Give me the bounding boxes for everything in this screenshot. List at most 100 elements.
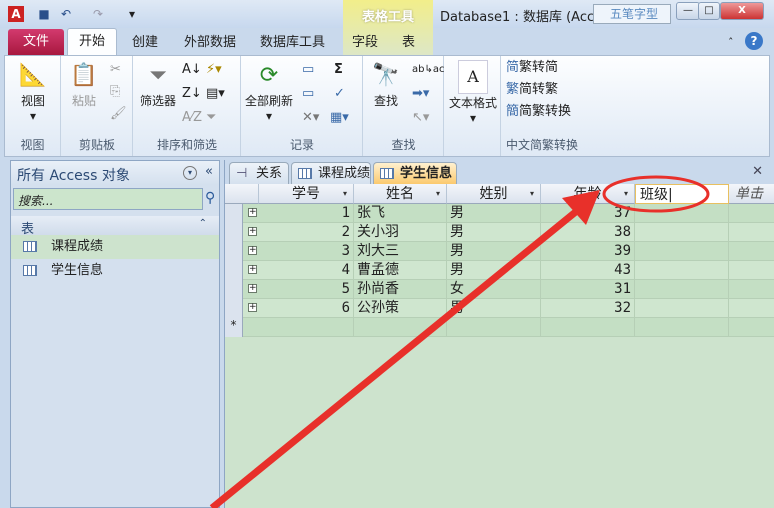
undo-icon[interactable]: ↶ bbox=[58, 6, 74, 22]
goto-icon[interactable]: ➡▾ bbox=[412, 84, 429, 104]
dropdown-icon[interactable]: ▾ bbox=[530, 184, 534, 204]
customize-icon[interactable]: ▾ bbox=[124, 6, 140, 22]
expand-icon[interactable]: + bbox=[248, 303, 257, 312]
table-cell[interactable] bbox=[729, 318, 774, 337]
tab-fields[interactable]: 字段 bbox=[344, 31, 386, 55]
table-cell[interactable]: 4 bbox=[259, 261, 354, 280]
new-record-icon[interactable]: ▭ bbox=[302, 60, 314, 80]
simp-to-trad-button[interactable]: 繁简转繁 bbox=[506, 80, 558, 100]
convert-button[interactable]: 簡简繁转换 bbox=[506, 102, 571, 122]
expand-icon[interactable]: + bbox=[248, 284, 257, 293]
more-icon[interactable]: ▦▾ bbox=[330, 108, 349, 128]
format-painter-icon[interactable]: 🖌 bbox=[110, 104, 127, 124]
new-record-row[interactable]: * bbox=[225, 318, 774, 337]
tab-home[interactable]: 开始 bbox=[67, 28, 117, 56]
close-button[interactable]: X bbox=[720, 2, 764, 20]
table-cell[interactable]: 男 bbox=[447, 223, 541, 242]
row-selector[interactable] bbox=[225, 242, 243, 261]
expand-icon[interactable]: + bbox=[248, 265, 257, 274]
expand-icon[interactable]: + bbox=[248, 227, 257, 236]
table-cell[interactable] bbox=[541, 318, 635, 337]
row-selector[interactable] bbox=[225, 280, 243, 299]
ime-indicator[interactable]: 五笔字型 bbox=[593, 4, 671, 24]
spelling-icon[interactable]: ✓ bbox=[334, 84, 345, 104]
column-header-age[interactable]: 年龄 ▾ bbox=[541, 184, 635, 204]
copy-icon[interactable]: ⎘ bbox=[110, 82, 120, 102]
expand-icon[interactable]: + bbox=[248, 208, 257, 217]
table-cell[interactable] bbox=[635, 223, 729, 242]
dropdown-icon[interactable]: ▾ bbox=[343, 184, 347, 204]
trad-to-simp-button[interactable]: 简繁转简 bbox=[506, 58, 558, 78]
advanced-filter-icon[interactable]: ▤▾ bbox=[206, 84, 225, 104]
totals-icon[interactable]: Σ bbox=[334, 60, 343, 80]
row-selector[interactable] bbox=[225, 204, 243, 223]
minimize-button[interactable]: — bbox=[676, 2, 700, 20]
table-cell[interactable]: 38 bbox=[541, 223, 635, 242]
table-cell[interactable]: 公孙策 bbox=[354, 299, 447, 318]
dropdown-icon[interactable]: ▾ bbox=[436, 184, 440, 204]
refresh-all-button[interactable]: ⟳ 全部刷新 ▾ bbox=[242, 60, 296, 123]
table-cell[interactable]: 刘大三 bbox=[354, 242, 447, 261]
sort-ascending-icon[interactable]: A↓ bbox=[182, 60, 202, 80]
table-cell[interactable]: 31 bbox=[541, 280, 635, 299]
table-cell[interactable] bbox=[729, 204, 774, 223]
row-selector[interactable] bbox=[225, 261, 243, 280]
column-header-id[interactable]: 学号 ▾ bbox=[259, 184, 354, 204]
table-cell[interactable]: 1 bbox=[259, 204, 354, 223]
table-cell[interactable]: 女 bbox=[447, 280, 541, 299]
table-row[interactable]: +4 曹孟德男 43 bbox=[225, 261, 774, 280]
select-icon[interactable]: ↖▾ bbox=[412, 108, 429, 128]
search-icon[interactable]: ⚲ bbox=[205, 190, 215, 206]
table-cell[interactable] bbox=[729, 299, 774, 318]
paste-button[interactable]: 📋 粘贴 bbox=[64, 60, 104, 109]
table-cell[interactable] bbox=[729, 223, 774, 242]
expand-icon[interactable]: + bbox=[248, 246, 257, 255]
column-header-gender[interactable]: 姓别 ▾ bbox=[447, 184, 541, 204]
add-column-header[interactable]: 单击 bbox=[729, 184, 774, 204]
table-cell[interactable] bbox=[729, 261, 774, 280]
table-cell[interactable]: 5 bbox=[259, 280, 354, 299]
column-header-name[interactable]: 姓名 ▾ bbox=[354, 184, 447, 204]
save-record-icon[interactable]: ▭ bbox=[302, 84, 314, 104]
table-cell[interactable] bbox=[729, 242, 774, 261]
table-row[interactable]: +1 张飞男 37 bbox=[225, 204, 774, 223]
column-header-class-input[interactable]: 班级| bbox=[635, 184, 729, 204]
tab-student-info[interactable]: 学生信息 bbox=[373, 162, 457, 184]
row-selector[interactable] bbox=[225, 223, 243, 242]
nav-item-course-scores[interactable]: 课程成绩 bbox=[11, 235, 219, 259]
tab-file[interactable]: 文件 bbox=[8, 29, 64, 55]
minimize-ribbon-icon[interactable]: ˆ bbox=[728, 36, 734, 49]
maximize-button[interactable]: □ bbox=[698, 2, 720, 20]
replace-icon[interactable]: ab↳ac bbox=[412, 60, 444, 80]
view-button[interactable]: 📐 视图 ▾ bbox=[11, 60, 55, 123]
collapse-pane-icon[interactable]: « bbox=[205, 164, 213, 179]
table-cell[interactable] bbox=[635, 280, 729, 299]
cut-icon[interactable]: ✂ bbox=[110, 60, 121, 80]
table-row[interactable]: +5 孙尚香女 31 bbox=[225, 280, 774, 299]
table-cell[interactable] bbox=[635, 204, 729, 223]
table-cell[interactable]: 3 bbox=[259, 242, 354, 261]
table-cell[interactable]: 男 bbox=[447, 242, 541, 261]
table-cell[interactable] bbox=[729, 280, 774, 299]
table-cell[interactable] bbox=[635, 261, 729, 280]
nav-menu-icon[interactable]: ▾ bbox=[183, 166, 197, 180]
find-button[interactable]: 🔭 查找 bbox=[366, 60, 406, 109]
table-cell[interactable]: 曹孟德 bbox=[354, 261, 447, 280]
toggle-filter-icon[interactable]: ⏷ bbox=[206, 108, 216, 128]
sort-descending-icon[interactable]: Z↓ bbox=[182, 84, 202, 104]
clear-sort-icon[interactable]: A⁄Z bbox=[182, 108, 202, 128]
close-tab-icon[interactable]: ✕ bbox=[752, 164, 763, 179]
save-icon[interactable]: ■ bbox=[36, 6, 52, 22]
tab-database-tools[interactable]: 数据库工具 bbox=[252, 31, 333, 55]
tab-course-scores[interactable]: 课程成绩 bbox=[291, 162, 371, 184]
table-cell[interactable] bbox=[635, 299, 729, 318]
tab-external-data[interactable]: 外部数据 bbox=[176, 31, 244, 55]
nav-item-student-info[interactable]: 学生信息 bbox=[11, 259, 219, 283]
table-cell[interactable] bbox=[354, 318, 447, 337]
table-cell[interactable]: 关小羽 bbox=[354, 223, 447, 242]
table-cell[interactable]: 43 bbox=[541, 261, 635, 280]
table-row[interactable]: +6 公孙策男 32 bbox=[225, 299, 774, 318]
table-cell[interactable]: 张飞 bbox=[354, 204, 447, 223]
table-cell[interactable]: 男 bbox=[447, 261, 541, 280]
table-cell[interactable]: 6 bbox=[259, 299, 354, 318]
